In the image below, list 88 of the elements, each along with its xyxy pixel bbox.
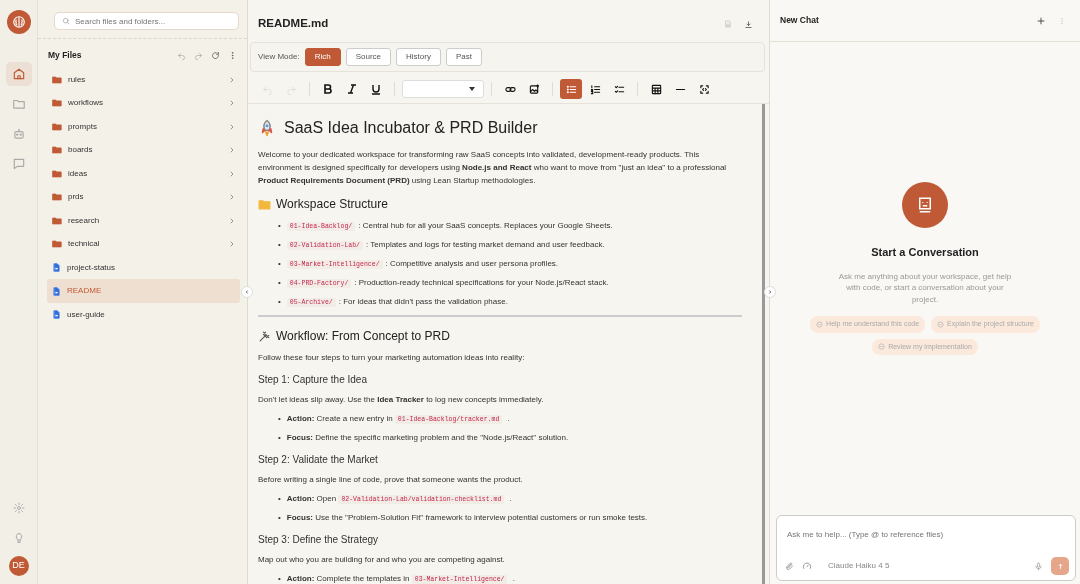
empty-state-description: Ask me anything about your workspace, get help with code, or start a conversation about your project. (837, 270, 1013, 305)
minus-circle-icon (937, 320, 945, 328)
document-icon (52, 263, 61, 272)
paragraph: Before writing a single line of code, prove that someone wants the product. (258, 474, 524, 486)
step-heading: Step 1: Capture the Idea (258, 373, 368, 387)
folder-item[interactable]: workflows (47, 91, 240, 115)
chevron-right-icon (228, 122, 236, 131)
view-mode-tab[interactable]: History (396, 48, 441, 66)
arrow-up-icon (1056, 562, 1064, 570)
chevron-right-icon (228, 169, 236, 178)
view-mode-label: View Mode: (258, 51, 300, 63)
minus-circle-icon (878, 343, 886, 351)
model-selector[interactable]: Claude Haiku 4 5 (828, 560, 1026, 572)
microphone-icon[interactable] (1034, 561, 1043, 571)
caret-icon (469, 87, 475, 91)
folder-item[interactable]: prompts (47, 114, 240, 139)
file-item[interactable]: user-guide (47, 302, 240, 327)
chat-title: New Chat (780, 14, 820, 27)
tools-icon (258, 329, 271, 343)
chevron-right-icon (228, 75, 236, 84)
save-icon (724, 20, 732, 28)
paragraph: Don't let ideas slip away. Use the Idea Tracker to log new concepts immediately. (258, 394, 545, 406)
search-icon (62, 17, 70, 25)
page-heading: SaaS Idea Incubator & PRD Builder (284, 118, 538, 138)
folder-item[interactable]: technical (47, 232, 240, 256)
send-button[interactable] (1051, 557, 1069, 575)
document-title: README.md (258, 16, 330, 32)
folder-icon (52, 145, 62, 155)
minus-circle-icon (816, 320, 824, 328)
paragraph: Map out who you are building for and who you are competing against. (258, 554, 506, 566)
download-icon (744, 19, 753, 29)
chevron-right-icon (228, 240, 236, 248)
plus-icon (1036, 15, 1046, 26)
view-mode-tab[interactable]: Rich (304, 48, 341, 66)
folder-item[interactable]: prds (47, 185, 240, 209)
chevron-right-icon (228, 216, 236, 225)
folder-icon (52, 215, 62, 226)
panel-title: My Files (48, 49, 83, 62)
settings-icon (12, 502, 25, 514)
gauge-icon[interactable] (802, 561, 812, 571)
view-mode-tab[interactable]: Past (445, 48, 482, 66)
chevron-right-icon (767, 289, 773, 295)
folder-icon (52, 192, 62, 202)
robot-avatar-icon (902, 182, 948, 228)
folder-icon (52, 98, 62, 108)
folder-item[interactable]: ideas (47, 161, 240, 186)
folder-icon (11, 97, 26, 111)
section-heading: Workspace Structure (276, 196, 388, 213)
undo-icon[interactable] (177, 50, 186, 60)
step-heading: Step 3: Define the Strategy (258, 533, 380, 547)
document-icon (52, 286, 61, 296)
chevron-right-icon (228, 146, 236, 154)
search-field[interactable]: Search files and folders... (54, 12, 239, 30)
chat-bubble-icon (11, 157, 26, 171)
style-dropdown[interactable] (402, 80, 484, 98)
redo-icon[interactable] (194, 50, 203, 60)
folder-item[interactable]: rules (47, 67, 240, 92)
home-icon (11, 67, 26, 81)
more-icon[interactable] (228, 50, 237, 60)
chevron-left-icon (244, 289, 250, 295)
chat-input[interactable]: Ask me to help... (Type @ to reference files) Claude Haiku 4 5 (776, 515, 1076, 581)
folder-item[interactable]: boards (47, 138, 240, 162)
file-item[interactable]: project-status (47, 255, 240, 280)
user-avatar[interactable]: DE (8, 556, 29, 576)
folder-icon (52, 74, 62, 85)
list-item: • Focus: Define the specific marketing problem and the "Node.js/React" solution. (278, 432, 569, 444)
paragraph: Follow these four steps to turn your marketing automation ideas into reality: (258, 352, 526, 364)
folder-icon (52, 168, 62, 179)
robot-icon (11, 127, 26, 141)
collapse-button[interactable] (241, 286, 253, 298)
step-heading: Step 2: Validate the Market (258, 453, 379, 467)
chevron-right-icon (228, 99, 236, 107)
chevron-right-icon (228, 193, 236, 201)
folder-icon (52, 121, 62, 132)
folder-item[interactable]: research (47, 208, 240, 233)
folder-icon (258, 197, 271, 211)
section-heading: Workflow: From Concept to PRD (276, 328, 450, 345)
empty-state-heading: Start a Conversation (871, 245, 979, 260)
logo-icon (6, 10, 31, 34)
paragraph: Welcome to your dedicated workspace for transforming raw SaaS concepts into validated, development-ready products. This environment is designed specifically for developers using Node.js and React who want to move from "just an idea" to a professional Product Requirements Document (PRD) using Lean Startup methodologies. (258, 149, 728, 187)
view-mode-tab[interactable]: Source (345, 48, 392, 66)
nav-button[interactable] (5, 62, 32, 86)
file-item[interactable]: README (47, 279, 240, 303)
document-icon (52, 310, 61, 319)
folder-icon (52, 239, 62, 249)
list-item: • Focus: Use the "Problem-Solution Fit" framework to interview potential customers or run smoke tests. (278, 512, 648, 524)
paperclip-icon[interactable] (785, 561, 794, 571)
refresh-icon[interactable] (211, 50, 220, 60)
